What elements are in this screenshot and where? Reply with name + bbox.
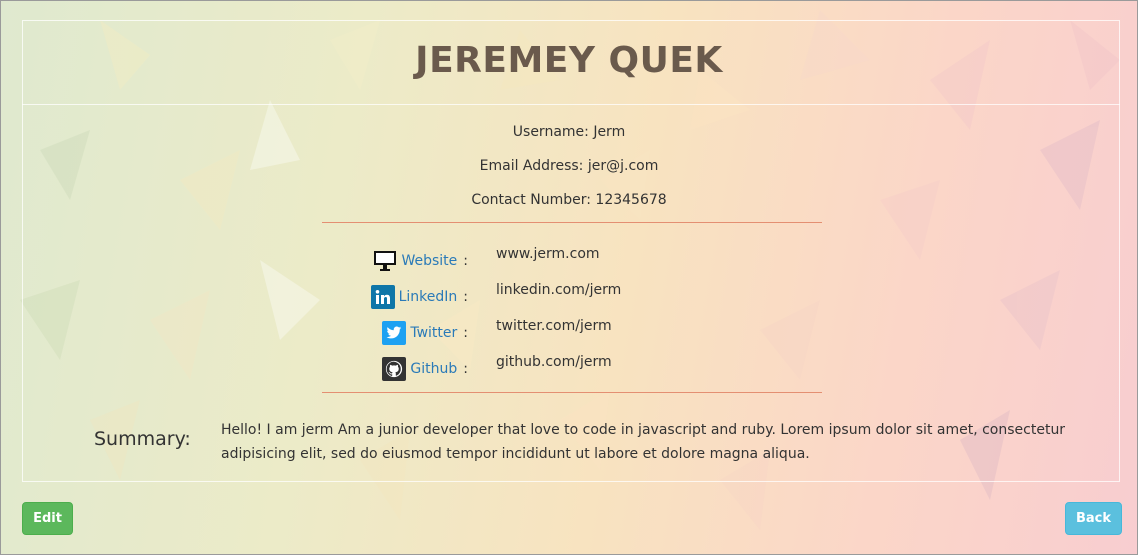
social-row-linkedin: LinkedIn : linkedin.com/jerm: [300, 282, 700, 310]
twitter-link[interactable]: Twitter: [410, 325, 457, 341]
website-value: www.jerm.com: [496, 246, 600, 262]
contact-number-text: Contact Number: 12345678: [471, 192, 667, 208]
linkedin-icon: [370, 285, 395, 309]
twitter-icon: [382, 321, 407, 345]
github-link[interactable]: Github: [410, 361, 457, 377]
twitter-value: twitter.com/jerm: [496, 318, 612, 334]
website-link[interactable]: Website: [401, 253, 457, 269]
github-icon: [382, 357, 407, 381]
social-row-github: Github : github.com/jerm: [300, 354, 700, 382]
edit-button[interactable]: Edit: [22, 502, 73, 535]
monitor-icon: [373, 249, 397, 273]
email-text: Email Address: jer@j.com: [479, 158, 659, 174]
twitter-colon: :: [463, 325, 468, 341]
website-colon: :: [463, 253, 468, 269]
profile-name: JEREMEY QUEK: [415, 40, 723, 81]
social-row-website: Website : www.jerm.com: [300, 246, 700, 274]
linkedin-link[interactable]: LinkedIn: [399, 289, 458, 305]
title-separator: [22, 104, 1120, 105]
summary-label: Summary:: [94, 428, 191, 450]
linkedin-value: linkedin.com/jerm: [496, 282, 622, 298]
github-value: github.com/jerm: [496, 354, 612, 370]
username-text: Username: Jerm: [512, 124, 626, 140]
summary-text: Hello! I am jerm Am a junior developer t…: [221, 422, 1066, 462]
divider-top: [322, 222, 822, 223]
social-row-twitter: Twitter : twitter.com/jerm: [300, 318, 700, 346]
linkedin-colon: :: [463, 289, 468, 305]
divider-bottom: [322, 392, 822, 393]
github-colon: :: [463, 361, 468, 377]
back-button[interactable]: Back: [1065, 502, 1122, 535]
